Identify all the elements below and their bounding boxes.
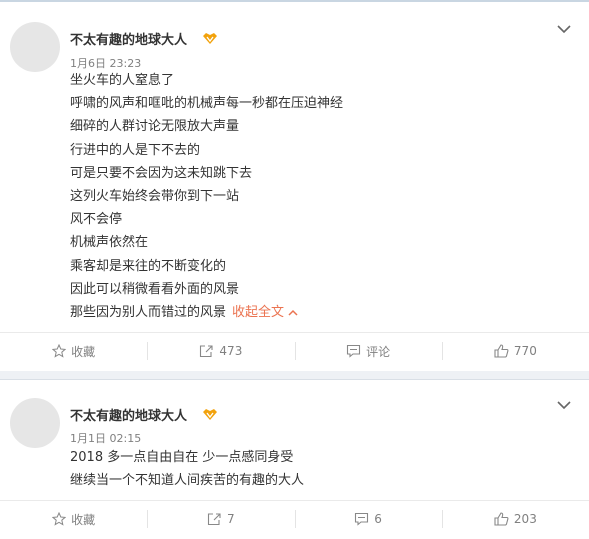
collapse-label[interactable]: 收起全文 <box>232 305 284 320</box>
comment-button[interactable]: 评论 <box>294 333 442 369</box>
text-line: 呼啸的风声和哐吡的机械声每一秒都在压迫神经 <box>70 96 344 112</box>
post-card: 不太有趣的地球大人 1月6日 23:23 坐火车的人窒息了 呼啸的风声和哐吡的机… <box>0 0 589 371</box>
post-text: 2018 多一点自由自在 少一点感同身受 继续当一个不知道人间疾苦的有趣的大人 <box>70 446 304 492</box>
repost-icon <box>207 513 221 526</box>
repost-button[interactable]: 7 <box>147 501 294 537</box>
text-line: 2018 多一点自由自在 少一点感同身受 <box>70 450 294 465</box>
chevron-down-icon[interactable] <box>557 24 571 34</box>
text-line: 可是只要不会因为这未知跳下去 <box>70 165 253 181</box>
favorite-button[interactable]: 收藏 <box>0 501 147 537</box>
text-line: 细碎的人群讨论无限放大声量 <box>70 119 240 135</box>
favorite-label: 收藏 <box>71 344 96 359</box>
star-icon <box>52 512 67 526</box>
thumbs-up-icon <box>494 512 509 526</box>
star-icon <box>52 344 67 358</box>
repost-button[interactable]: 473 <box>147 333 294 369</box>
action-bar: 收藏 473 评论 770 <box>0 332 589 369</box>
repost-icon <box>200 345 213 358</box>
comment-button[interactable]: 6 <box>294 501 442 537</box>
favorite-label: 收藏 <box>71 512 96 527</box>
like-button[interactable]: 770 <box>441 333 589 369</box>
favorite-button[interactable]: 收藏 <box>0 333 147 369</box>
like-count: 203 <box>513 512 537 526</box>
text-line: 机械声依然在 <box>70 235 149 251</box>
repost-count: 473 <box>219 344 243 358</box>
chevron-down-icon[interactable] <box>557 400 571 410</box>
text-line: 乘客却是来往的不断变化的 <box>70 258 227 274</box>
text-line: 坐火车的人窒息了 <box>70 73 175 88</box>
vip-badge-icon[interactable] <box>202 408 218 421</box>
vip-badge-icon[interactable] <box>202 32 218 45</box>
chevron-up-icon[interactable] <box>288 309 298 316</box>
text-line-last: 那些因为别人而错过的风景 <box>70 304 227 320</box>
comment-icon <box>347 344 361 358</box>
post-text: 坐火车的人窒息了 呼啸的风声和哐吡的机械声每一秒都在压迫神经 细碎的人群讨论无限… <box>70 69 343 324</box>
text-line: 行进中的人是下不去的 <box>70 142 201 158</box>
text-line: 风不会停 <box>70 212 123 228</box>
thumbs-up-icon <box>494 344 509 358</box>
like-button[interactable]: 203 <box>441 501 589 537</box>
text-line: 这列火车始终会带你到下一站 <box>70 188 240 204</box>
action-bar: 收藏 7 6 203 <box>0 500 589 537</box>
avatar[interactable] <box>10 22 60 72</box>
username[interactable]: 不太有趣的地球大人 <box>70 29 187 48</box>
username[interactable]: 不太有趣的地球大人 <box>70 405 187 424</box>
comment-icon <box>355 512 369 526</box>
text-line: 继续当一个不知道人间疾苦的有趣的大人 <box>70 473 305 489</box>
comment-count: 6 <box>374 512 382 526</box>
comment-label: 评论 <box>366 344 391 359</box>
post-card: 不太有趣的地球大人 1月1日 02:15 2018 多一点自由自在 少一点感同身… <box>0 379 589 539</box>
repost-count: 7 <box>227 512 235 526</box>
text-line: 那些因为别人而错过的风景 收起全文 <box>70 301 343 324</box>
like-count: 770 <box>513 344 537 358</box>
post-time[interactable]: 1月1日 02:15 <box>70 430 141 446</box>
avatar[interactable] <box>10 398 60 448</box>
text-line: 因此可以稍微看看外面的风景 <box>70 281 240 297</box>
collapse-text-link[interactable]: 收起全文 <box>232 305 298 320</box>
